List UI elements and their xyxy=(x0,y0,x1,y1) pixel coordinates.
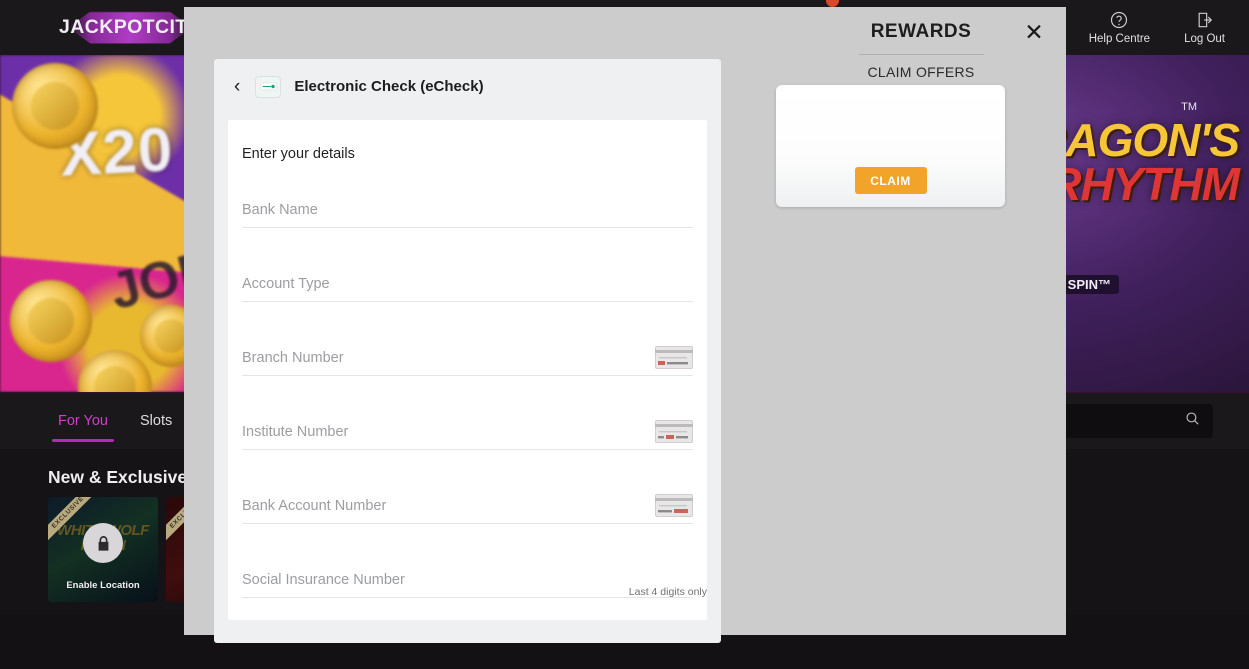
game-card-status: Enable Location xyxy=(66,580,140,591)
claim-offers-label: CLAIM OFFERS xyxy=(867,64,975,80)
cheque-icon xyxy=(655,420,693,443)
rewards-divider xyxy=(858,54,984,55)
lock-icon xyxy=(83,523,123,564)
nav-tab-slots-label: Slots xyxy=(140,413,173,429)
bank-name-field[interactable] xyxy=(242,202,693,228)
hero-trademark: TM xyxy=(1181,101,1197,113)
back-chevron-icon[interactable]: ‹ xyxy=(232,77,242,96)
claim-button[interactable]: CLAIM xyxy=(854,167,927,194)
help-circle-icon xyxy=(1109,10,1129,30)
nav-tab-slots[interactable]: Slots xyxy=(140,393,172,449)
account-type-field[interactable] xyxy=(242,276,693,302)
search-icon[interactable] xyxy=(1184,410,1201,432)
institute-number-field[interactable] xyxy=(242,420,693,450)
payment-method-title: Electronic Check (eCheck) xyxy=(294,78,484,95)
institute-number-input[interactable] xyxy=(242,424,693,440)
cheque-icon xyxy=(655,494,693,517)
coin-icon xyxy=(10,280,92,362)
log-out-button[interactable]: Log Out xyxy=(1184,10,1225,45)
social-insurance-number-field[interactable] xyxy=(242,572,693,598)
branch-number-input[interactable] xyxy=(242,350,693,366)
account-type-input[interactable] xyxy=(242,276,693,292)
section-title: New & Exclusive xyxy=(48,467,188,487)
hero-pill-label: SPIN™ xyxy=(1059,275,1119,294)
bank-account-number-input[interactable] xyxy=(242,498,693,514)
form-heading: Enter your details xyxy=(242,146,355,162)
cheque-icon xyxy=(655,346,693,369)
log-out-label: Log Out xyxy=(1184,33,1225,45)
game-card[interactable]: WHITE WOLF MOON EXCLUSIVE Enable Locatio… xyxy=(48,497,158,602)
bank-account-number-field[interactable] xyxy=(242,494,693,524)
branch-number-field[interactable] xyxy=(242,346,693,376)
payment-form: Enter your details Bank Name Account Typ… xyxy=(228,120,707,620)
help-centre-button[interactable]: Help Centre xyxy=(1089,10,1150,45)
bank-name-input[interactable] xyxy=(242,202,693,218)
nav-tab-for-you[interactable]: For You xyxy=(52,393,114,449)
logo-text: JACKPOTCITY xyxy=(59,16,201,38)
social-insurance-hint: Last 4 digits only xyxy=(628,586,707,598)
close-icon[interactable]: ✕ xyxy=(1021,19,1047,45)
offer-card[interactable]: CLAIM xyxy=(776,85,1005,207)
social-insurance-number-input[interactable] xyxy=(242,572,693,588)
app-root: X20 JOR TM DRAGON'S RHYTHM SPIN™ JACKPOT… xyxy=(0,0,1249,669)
echeck-icon xyxy=(255,75,282,98)
modal-overlay: REWARDS CLAIM OFFERS CLAIM ✕ ‹ Electroni… xyxy=(184,7,1066,643)
nav-item-list: For You Slots xyxy=(52,393,172,449)
nav-tab-for-you-label: For You xyxy=(58,413,108,429)
payment-method-modal: ‹ Electronic Check (eCheck) Enter your d… xyxy=(214,59,721,643)
logout-icon xyxy=(1195,10,1215,30)
coin-icon xyxy=(78,350,152,392)
coin-icon xyxy=(12,63,98,149)
payment-modal-header: ‹ Electronic Check (eCheck) xyxy=(214,59,721,114)
header-actions: Help Centre Log Out xyxy=(1089,10,1249,45)
help-centre-label: Help Centre xyxy=(1088,33,1151,45)
